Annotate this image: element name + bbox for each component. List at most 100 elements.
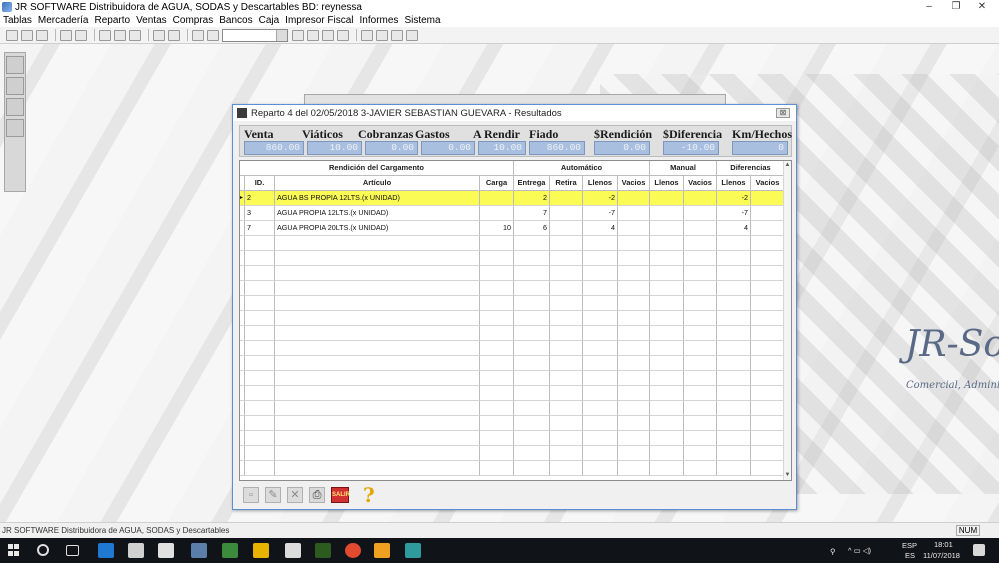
table-row[interactable] bbox=[240, 236, 785, 251]
cut-icon[interactable] bbox=[99, 29, 111, 41]
notepad-icon[interactable] bbox=[285, 543, 301, 558]
task-view-icon[interactable] bbox=[66, 545, 79, 556]
cell-carga[interactable] bbox=[480, 461, 514, 476]
cell-retira[interactable] bbox=[550, 326, 583, 341]
cell-carga[interactable] bbox=[480, 341, 514, 356]
copy-icon[interactable] bbox=[114, 29, 126, 41]
edge-browser-icon[interactable] bbox=[98, 543, 114, 558]
cell-man-llenos[interactable] bbox=[650, 191, 684, 206]
cell-carga[interactable] bbox=[480, 371, 514, 386]
cell-retira[interactable] bbox=[550, 416, 583, 431]
cell-dif-vacios[interactable] bbox=[751, 311, 785, 326]
cell-carga[interactable] bbox=[480, 446, 514, 461]
cell-dif-llenos[interactable] bbox=[717, 371, 751, 386]
cell-man-llenos[interactable] bbox=[650, 251, 684, 266]
cell-man-llenos[interactable] bbox=[650, 446, 684, 461]
cell-dif-llenos[interactable] bbox=[717, 416, 751, 431]
cell-id[interactable] bbox=[245, 236, 275, 251]
cell-auto-llenos[interactable] bbox=[583, 251, 618, 266]
col-dif-vacios[interactable]: Vacios bbox=[751, 176, 785, 191]
cell-articulo[interactable]: AGUA PROPIA 20LTS.(x UNIDAD) bbox=[275, 221, 480, 236]
cell-articulo[interactable] bbox=[275, 431, 480, 446]
print-icon[interactable]: ⎙ bbox=[309, 487, 325, 503]
cell-retira[interactable] bbox=[550, 236, 583, 251]
table-row[interactable] bbox=[240, 461, 785, 476]
cell-dif-llenos[interactable]: -2 bbox=[717, 191, 751, 206]
cell-auto-llenos[interactable] bbox=[583, 296, 618, 311]
cell-dif-vacios[interactable] bbox=[751, 416, 785, 431]
col-carga[interactable]: Carga bbox=[480, 176, 514, 191]
cell-carga[interactable] bbox=[480, 416, 514, 431]
menu-sistema[interactable]: Sistema bbox=[404, 15, 440, 26]
table-row[interactable] bbox=[240, 386, 785, 401]
table-row[interactable] bbox=[240, 251, 785, 266]
jr-software-icon[interactable] bbox=[374, 543, 390, 558]
menu-ventas[interactable]: Ventas bbox=[136, 15, 167, 26]
cell-dif-llenos[interactable] bbox=[717, 236, 751, 251]
cell-man-llenos[interactable] bbox=[650, 311, 684, 326]
cell-entrega[interactable]: 7 bbox=[514, 206, 550, 221]
cell-id[interactable] bbox=[245, 266, 275, 281]
check-icon[interactable] bbox=[207, 29, 219, 41]
cell-id[interactable] bbox=[245, 461, 275, 476]
cell-man-vacios[interactable] bbox=[684, 341, 717, 356]
cell-man-vacios[interactable] bbox=[684, 206, 717, 221]
cell-auto-vacios[interactable] bbox=[618, 221, 650, 236]
cell-articulo[interactable] bbox=[275, 236, 480, 251]
cell-man-vacios[interactable] bbox=[684, 401, 717, 416]
cell-auto-llenos[interactable] bbox=[583, 386, 618, 401]
cell-carga[interactable] bbox=[480, 251, 514, 266]
col-auto-vacios[interactable]: Vacios bbox=[618, 176, 650, 191]
cell-man-vacios[interactable] bbox=[684, 236, 717, 251]
clock-date[interactable]: 11/07/2018 bbox=[923, 551, 960, 560]
cell-auto-llenos[interactable] bbox=[583, 356, 618, 371]
cell-man-llenos[interactable] bbox=[650, 266, 684, 281]
cell-id[interactable] bbox=[245, 416, 275, 431]
table-row[interactable] bbox=[240, 401, 785, 416]
language-bottom[interactable]: ES bbox=[905, 551, 915, 560]
cell-articulo[interactable] bbox=[275, 446, 480, 461]
cell-dif-llenos[interactable] bbox=[717, 281, 751, 296]
cell-entrega[interactable] bbox=[514, 416, 550, 431]
new-icon[interactable] bbox=[6, 29, 18, 41]
cell-id[interactable] bbox=[245, 251, 275, 266]
dialog-close-button[interactable]: ⊠ bbox=[776, 108, 790, 118]
cell-man-llenos[interactable] bbox=[650, 416, 684, 431]
document-icon[interactable] bbox=[337, 29, 349, 41]
cell-dif-llenos[interactable] bbox=[717, 431, 751, 446]
cell-retira[interactable] bbox=[550, 356, 583, 371]
redo-icon[interactable] bbox=[168, 29, 180, 41]
menu-impresor-fiscal[interactable]: Impresor Fiscal bbox=[285, 15, 353, 26]
grid-scrollbar[interactable]: ▲ ▼ bbox=[783, 161, 791, 480]
cell-dif-vacios[interactable] bbox=[751, 221, 785, 236]
cell-articulo[interactable] bbox=[275, 341, 480, 356]
cell-entrega[interactable] bbox=[514, 446, 550, 461]
cell-retira[interactable] bbox=[550, 296, 583, 311]
file-explorer-icon[interactable] bbox=[253, 543, 269, 558]
cell-dif-llenos[interactable] bbox=[717, 251, 751, 266]
km-hechos-field[interactable]: 0 bbox=[732, 141, 788, 155]
cell-dif-llenos[interactable] bbox=[717, 341, 751, 356]
start-icon[interactable] bbox=[8, 544, 20, 556]
venta-field[interactable]: 860.00 bbox=[244, 141, 304, 155]
cell-auto-vacios[interactable] bbox=[618, 401, 650, 416]
cell-entrega[interactable] bbox=[514, 341, 550, 356]
diferencia-field[interactable]: -10.00 bbox=[663, 141, 719, 155]
cell-man-llenos[interactable] bbox=[650, 206, 684, 221]
cell-man-vacios[interactable] bbox=[684, 221, 717, 236]
cell-man-vacios[interactable] bbox=[684, 386, 717, 401]
menu-mercaderia[interactable]: Mercadería bbox=[38, 15, 89, 26]
table-row[interactable]: 7 AGUA PROPIA 20LTS.(x UNIDAD) 10 6 4 4 bbox=[240, 221, 785, 236]
cell-entrega[interactable] bbox=[514, 401, 550, 416]
cell-carga[interactable] bbox=[480, 266, 514, 281]
cell-id[interactable] bbox=[245, 341, 275, 356]
cell-dif-vacios[interactable] bbox=[751, 236, 785, 251]
cell-entrega[interactable]: 6 bbox=[514, 221, 550, 236]
cell-dif-vacios[interactable] bbox=[751, 266, 785, 281]
cell-entrega[interactable] bbox=[514, 266, 550, 281]
cell-auto-vacios[interactable] bbox=[618, 281, 650, 296]
dreamweaver-icon[interactable] bbox=[315, 543, 331, 558]
cell-man-llenos[interactable] bbox=[650, 386, 684, 401]
cell-articulo[interactable] bbox=[275, 371, 480, 386]
help-icon[interactable]: ? bbox=[363, 485, 375, 505]
